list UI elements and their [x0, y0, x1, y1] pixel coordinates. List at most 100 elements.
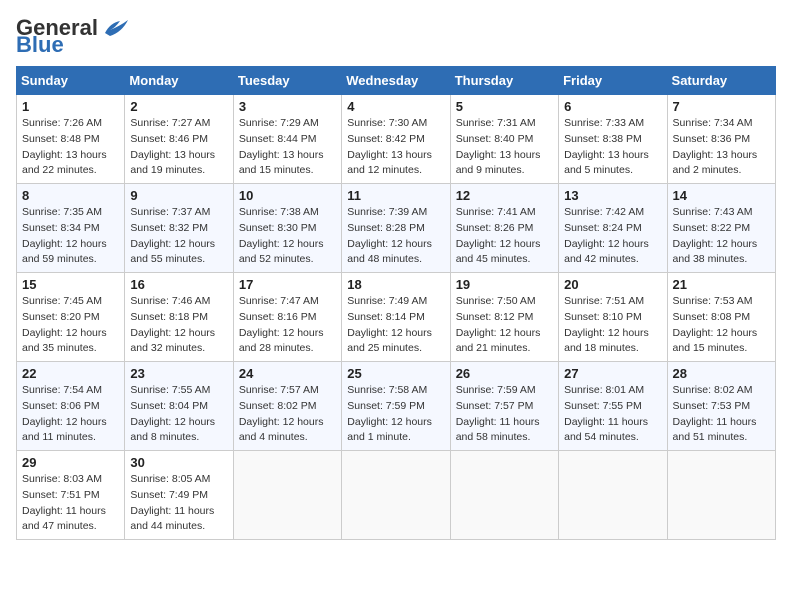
day-info: Sunrise: 7:46 AMSunset: 8:18 PMDaylight:… [130, 295, 215, 354]
day-info: Sunrise: 7:47 AMSunset: 8:16 PMDaylight:… [239, 295, 324, 354]
logo-bird-icon [100, 18, 130, 40]
day-info: Sunrise: 7:31 AMSunset: 8:40 PMDaylight:… [456, 117, 541, 176]
day-number: 20 [564, 277, 661, 292]
day-info: Sunrise: 7:37 AMSunset: 8:32 PMDaylight:… [130, 206, 215, 265]
calendar-cell: 11 Sunrise: 7:39 AMSunset: 8:28 PMDaylig… [342, 184, 450, 273]
calendar-cell: 19 Sunrise: 7:50 AMSunset: 8:12 PMDaylig… [450, 273, 558, 362]
day-info: Sunrise: 8:01 AMSunset: 7:55 PMDaylight:… [564, 384, 648, 443]
day-number: 2 [130, 99, 227, 114]
day-info: Sunrise: 7:26 AMSunset: 8:48 PMDaylight:… [22, 117, 107, 176]
calendar-cell: 21 Sunrise: 7:53 AMSunset: 8:08 PMDaylig… [667, 273, 775, 362]
calendar-cell: 4 Sunrise: 7:30 AMSunset: 8:42 PMDayligh… [342, 95, 450, 184]
day-number: 17 [239, 277, 336, 292]
day-info: Sunrise: 7:29 AMSunset: 8:44 PMDaylight:… [239, 117, 324, 176]
day-number: 6 [564, 99, 661, 114]
col-header-monday: Monday [125, 67, 233, 95]
day-number: 30 [130, 455, 227, 470]
day-number: 8 [22, 188, 119, 203]
calendar-cell [233, 451, 341, 540]
day-number: 16 [130, 277, 227, 292]
day-info: Sunrise: 8:02 AMSunset: 7:53 PMDaylight:… [673, 384, 757, 443]
calendar-cell: 27 Sunrise: 8:01 AMSunset: 7:55 PMDaylig… [559, 362, 667, 451]
calendar-table: SundayMondayTuesdayWednesdayThursdayFrid… [16, 66, 776, 540]
logo: General Blue [16, 16, 130, 56]
day-info: Sunrise: 8:05 AMSunset: 7:49 PMDaylight:… [130, 473, 214, 532]
col-header-saturday: Saturday [667, 67, 775, 95]
day-number: 3 [239, 99, 336, 114]
day-info: Sunrise: 7:51 AMSunset: 8:10 PMDaylight:… [564, 295, 649, 354]
calendar-cell: 1 Sunrise: 7:26 AMSunset: 8:48 PMDayligh… [17, 95, 125, 184]
day-number: 21 [673, 277, 770, 292]
day-number: 28 [673, 366, 770, 381]
calendar-cell: 30 Sunrise: 8:05 AMSunset: 7:49 PMDaylig… [125, 451, 233, 540]
col-header-wednesday: Wednesday [342, 67, 450, 95]
day-number: 11 [347, 188, 444, 203]
calendar-cell: 14 Sunrise: 7:43 AMSunset: 8:22 PMDaylig… [667, 184, 775, 273]
day-number: 10 [239, 188, 336, 203]
calendar-cell: 26 Sunrise: 7:59 AMSunset: 7:57 PMDaylig… [450, 362, 558, 451]
calendar-cell: 12 Sunrise: 7:41 AMSunset: 8:26 PMDaylig… [450, 184, 558, 273]
col-header-tuesday: Tuesday [233, 67, 341, 95]
day-number: 29 [22, 455, 119, 470]
calendar-cell: 23 Sunrise: 7:55 AMSunset: 8:04 PMDaylig… [125, 362, 233, 451]
calendar-cell: 15 Sunrise: 7:45 AMSunset: 8:20 PMDaylig… [17, 273, 125, 362]
day-number: 24 [239, 366, 336, 381]
col-header-sunday: Sunday [17, 67, 125, 95]
column-header-row: SundayMondayTuesdayWednesdayThursdayFrid… [17, 67, 776, 95]
day-info: Sunrise: 7:42 AMSunset: 8:24 PMDaylight:… [564, 206, 649, 265]
col-header-friday: Friday [559, 67, 667, 95]
calendar-body: 1 Sunrise: 7:26 AMSunset: 8:48 PMDayligh… [17, 95, 776, 540]
week-row-3: 15 Sunrise: 7:45 AMSunset: 8:20 PMDaylig… [17, 273, 776, 362]
day-number: 15 [22, 277, 119, 292]
day-info: Sunrise: 7:35 AMSunset: 8:34 PMDaylight:… [22, 206, 107, 265]
day-number: 25 [347, 366, 444, 381]
day-info: Sunrise: 7:33 AMSunset: 8:38 PMDaylight:… [564, 117, 649, 176]
week-row-5: 29 Sunrise: 8:03 AMSunset: 7:51 PMDaylig… [17, 451, 776, 540]
day-info: Sunrise: 7:38 AMSunset: 8:30 PMDaylight:… [239, 206, 324, 265]
calendar-cell: 18 Sunrise: 7:49 AMSunset: 8:14 PMDaylig… [342, 273, 450, 362]
calendar-cell: 5 Sunrise: 7:31 AMSunset: 8:40 PMDayligh… [450, 95, 558, 184]
day-number: 23 [130, 366, 227, 381]
day-info: Sunrise: 8:03 AMSunset: 7:51 PMDaylight:… [22, 473, 106, 532]
day-number: 7 [673, 99, 770, 114]
calendar-cell: 7 Sunrise: 7:34 AMSunset: 8:36 PMDayligh… [667, 95, 775, 184]
calendar-cell: 8 Sunrise: 7:35 AMSunset: 8:34 PMDayligh… [17, 184, 125, 273]
calendar-cell: 24 Sunrise: 7:57 AMSunset: 8:02 PMDaylig… [233, 362, 341, 451]
calendar-cell: 2 Sunrise: 7:27 AMSunset: 8:46 PMDayligh… [125, 95, 233, 184]
day-info: Sunrise: 7:55 AMSunset: 8:04 PMDaylight:… [130, 384, 215, 443]
day-info: Sunrise: 7:43 AMSunset: 8:22 PMDaylight:… [673, 206, 758, 265]
day-info: Sunrise: 7:49 AMSunset: 8:14 PMDaylight:… [347, 295, 432, 354]
day-info: Sunrise: 7:50 AMSunset: 8:12 PMDaylight:… [456, 295, 541, 354]
calendar-cell: 9 Sunrise: 7:37 AMSunset: 8:32 PMDayligh… [125, 184, 233, 273]
calendar-cell: 29 Sunrise: 8:03 AMSunset: 7:51 PMDaylig… [17, 451, 125, 540]
calendar-cell [342, 451, 450, 540]
day-info: Sunrise: 7:27 AMSunset: 8:46 PMDaylight:… [130, 117, 215, 176]
logo-blue-text: Blue [16, 34, 64, 56]
day-info: Sunrise: 7:59 AMSunset: 7:57 PMDaylight:… [456, 384, 540, 443]
day-number: 26 [456, 366, 553, 381]
calendar-cell: 3 Sunrise: 7:29 AMSunset: 8:44 PMDayligh… [233, 95, 341, 184]
calendar-cell: 22 Sunrise: 7:54 AMSunset: 8:06 PMDaylig… [17, 362, 125, 451]
day-number: 13 [564, 188, 661, 203]
calendar-cell [559, 451, 667, 540]
day-number: 1 [22, 99, 119, 114]
day-info: Sunrise: 7:41 AMSunset: 8:26 PMDaylight:… [456, 206, 541, 265]
calendar-cell: 16 Sunrise: 7:46 AMSunset: 8:18 PMDaylig… [125, 273, 233, 362]
day-info: Sunrise: 7:30 AMSunset: 8:42 PMDaylight:… [347, 117, 432, 176]
calendar-cell: 10 Sunrise: 7:38 AMSunset: 8:30 PMDaylig… [233, 184, 341, 273]
week-row-4: 22 Sunrise: 7:54 AMSunset: 8:06 PMDaylig… [17, 362, 776, 451]
day-info: Sunrise: 7:39 AMSunset: 8:28 PMDaylight:… [347, 206, 432, 265]
day-number: 14 [673, 188, 770, 203]
day-info: Sunrise: 7:58 AMSunset: 7:59 PMDaylight:… [347, 384, 432, 443]
calendar-cell: 13 Sunrise: 7:42 AMSunset: 8:24 PMDaylig… [559, 184, 667, 273]
day-info: Sunrise: 7:45 AMSunset: 8:20 PMDaylight:… [22, 295, 107, 354]
day-number: 12 [456, 188, 553, 203]
day-info: Sunrise: 7:57 AMSunset: 8:02 PMDaylight:… [239, 384, 324, 443]
day-number: 9 [130, 188, 227, 203]
day-number: 18 [347, 277, 444, 292]
day-number: 4 [347, 99, 444, 114]
calendar-cell: 17 Sunrise: 7:47 AMSunset: 8:16 PMDaylig… [233, 273, 341, 362]
calendar-cell: 6 Sunrise: 7:33 AMSunset: 8:38 PMDayligh… [559, 95, 667, 184]
day-info: Sunrise: 7:54 AMSunset: 8:06 PMDaylight:… [22, 384, 107, 443]
calendar-cell [667, 451, 775, 540]
